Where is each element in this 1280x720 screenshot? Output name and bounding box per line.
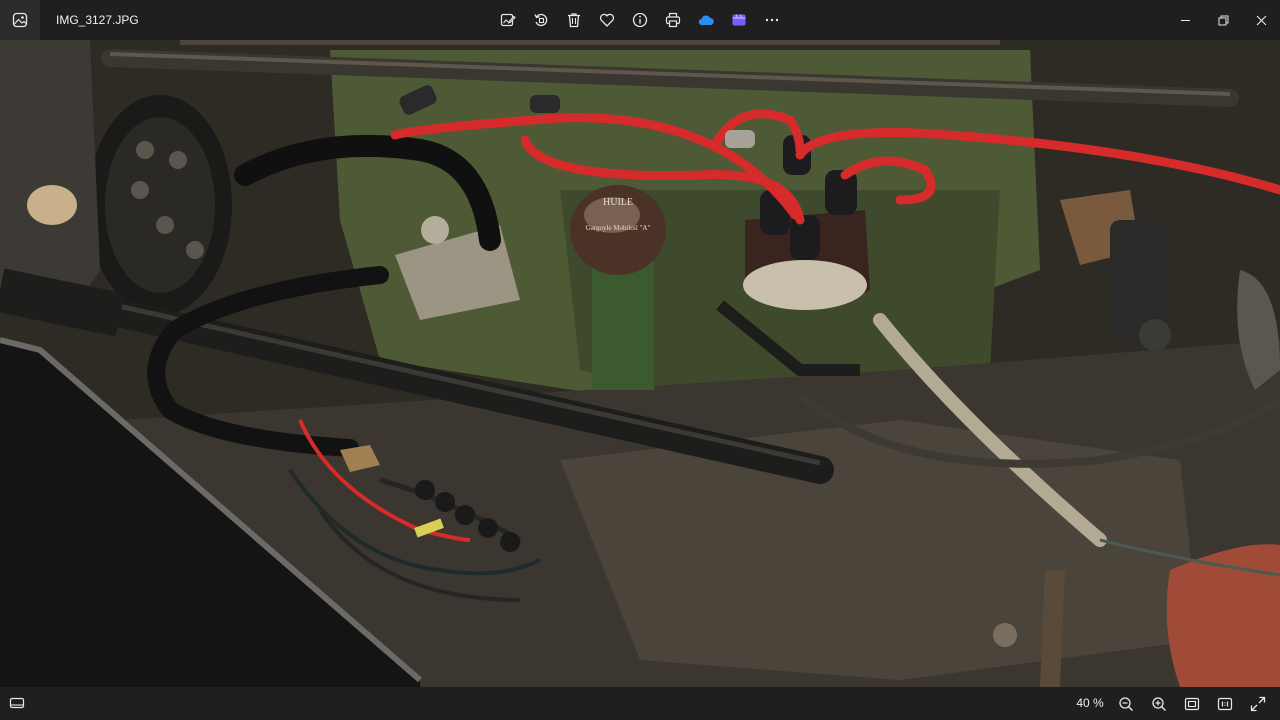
expand-icon	[1250, 696, 1266, 711]
terminal-1	[415, 480, 435, 500]
status-bar: 40 %	[0, 687, 1280, 720]
terminal-5	[500, 532, 520, 552]
photos-app-icon[interactable]	[0, 0, 40, 40]
bolt	[993, 623, 1017, 647]
distributor-tower-2	[790, 215, 820, 260]
info-icon	[632, 12, 648, 28]
zoom-out-icon	[1119, 696, 1133, 711]
filmstrip-button[interactable]	[4, 690, 30, 716]
trash-icon	[568, 13, 580, 28]
rotate-icon	[534, 13, 548, 27]
rotate-button[interactable]	[527, 6, 555, 34]
close-button[interactable]	[1242, 0, 1280, 40]
fit-to-window-button[interactable]	[1178, 690, 1206, 717]
more-options-button[interactable]	[758, 6, 786, 34]
print-button[interactable]	[659, 6, 687, 34]
edit-image-icon	[500, 13, 516, 27]
zoom-level: 40 %	[1076, 696, 1104, 710]
file-info-button[interactable]	[626, 6, 654, 34]
radiator-side	[0, 40, 100, 300]
filmstrip-icon	[9, 697, 25, 709]
terminal-2	[435, 492, 455, 512]
zoom-out-button[interactable]	[1112, 690, 1140, 717]
engine-bay-photo: HUILE Gargoyle Mobiloil "A"	[0, 40, 1280, 687]
clipchamp-icon	[732, 14, 746, 26]
file-name: IMG_3127.JPG	[56, 13, 139, 27]
delete-button[interactable]	[560, 6, 588, 34]
full-screen-button[interactable]	[1244, 690, 1272, 717]
distributor-body	[743, 260, 867, 310]
photo-viewer[interactable]: HUILE Gargoyle Mobiloil "A"	[0, 40, 1280, 687]
edit-image-button[interactable]	[494, 6, 522, 34]
cloud-icon	[698, 15, 714, 26]
restore-icon	[1218, 15, 1228, 25]
photos-logo-icon	[12, 12, 28, 28]
clipchamp-button[interactable]	[725, 6, 753, 34]
minimize-icon	[1180, 19, 1190, 21]
favorite-button[interactable]	[593, 6, 621, 34]
maximize-button[interactable]	[1204, 0, 1242, 40]
radiator-cap	[27, 185, 77, 225]
actual-size-button[interactable]	[1211, 690, 1239, 717]
spark-plug-boot-3	[725, 130, 755, 148]
zoom-in-button[interactable]	[1145, 690, 1173, 717]
zoom-in-icon	[1152, 696, 1166, 711]
printer-icon	[665, 12, 681, 28]
close-icon	[1256, 15, 1266, 25]
zoom-toolbar	[1112, 690, 1272, 717]
spark-plug-boot-2	[530, 95, 560, 113]
terminal-4	[478, 518, 498, 538]
minimize-button[interactable]	[1166, 0, 1204, 40]
onedrive-button[interactable]	[692, 6, 720, 34]
steering-bolt	[1139, 319, 1171, 351]
cap-label-brand: Gargoyle Mobiloil "A"	[586, 224, 651, 232]
terminal-3	[455, 505, 475, 525]
actual-size-icon	[1217, 697, 1233, 710]
cap-label-huile: HUILE	[603, 197, 633, 208]
title-bar: IMG_3127.JPG	[0, 0, 1280, 40]
window-controls	[1166, 0, 1280, 40]
ellipsis-icon	[765, 18, 779, 22]
fit-window-icon	[1184, 697, 1200, 710]
heart-icon	[599, 13, 615, 27]
top-toolbar	[494, 6, 786, 34]
